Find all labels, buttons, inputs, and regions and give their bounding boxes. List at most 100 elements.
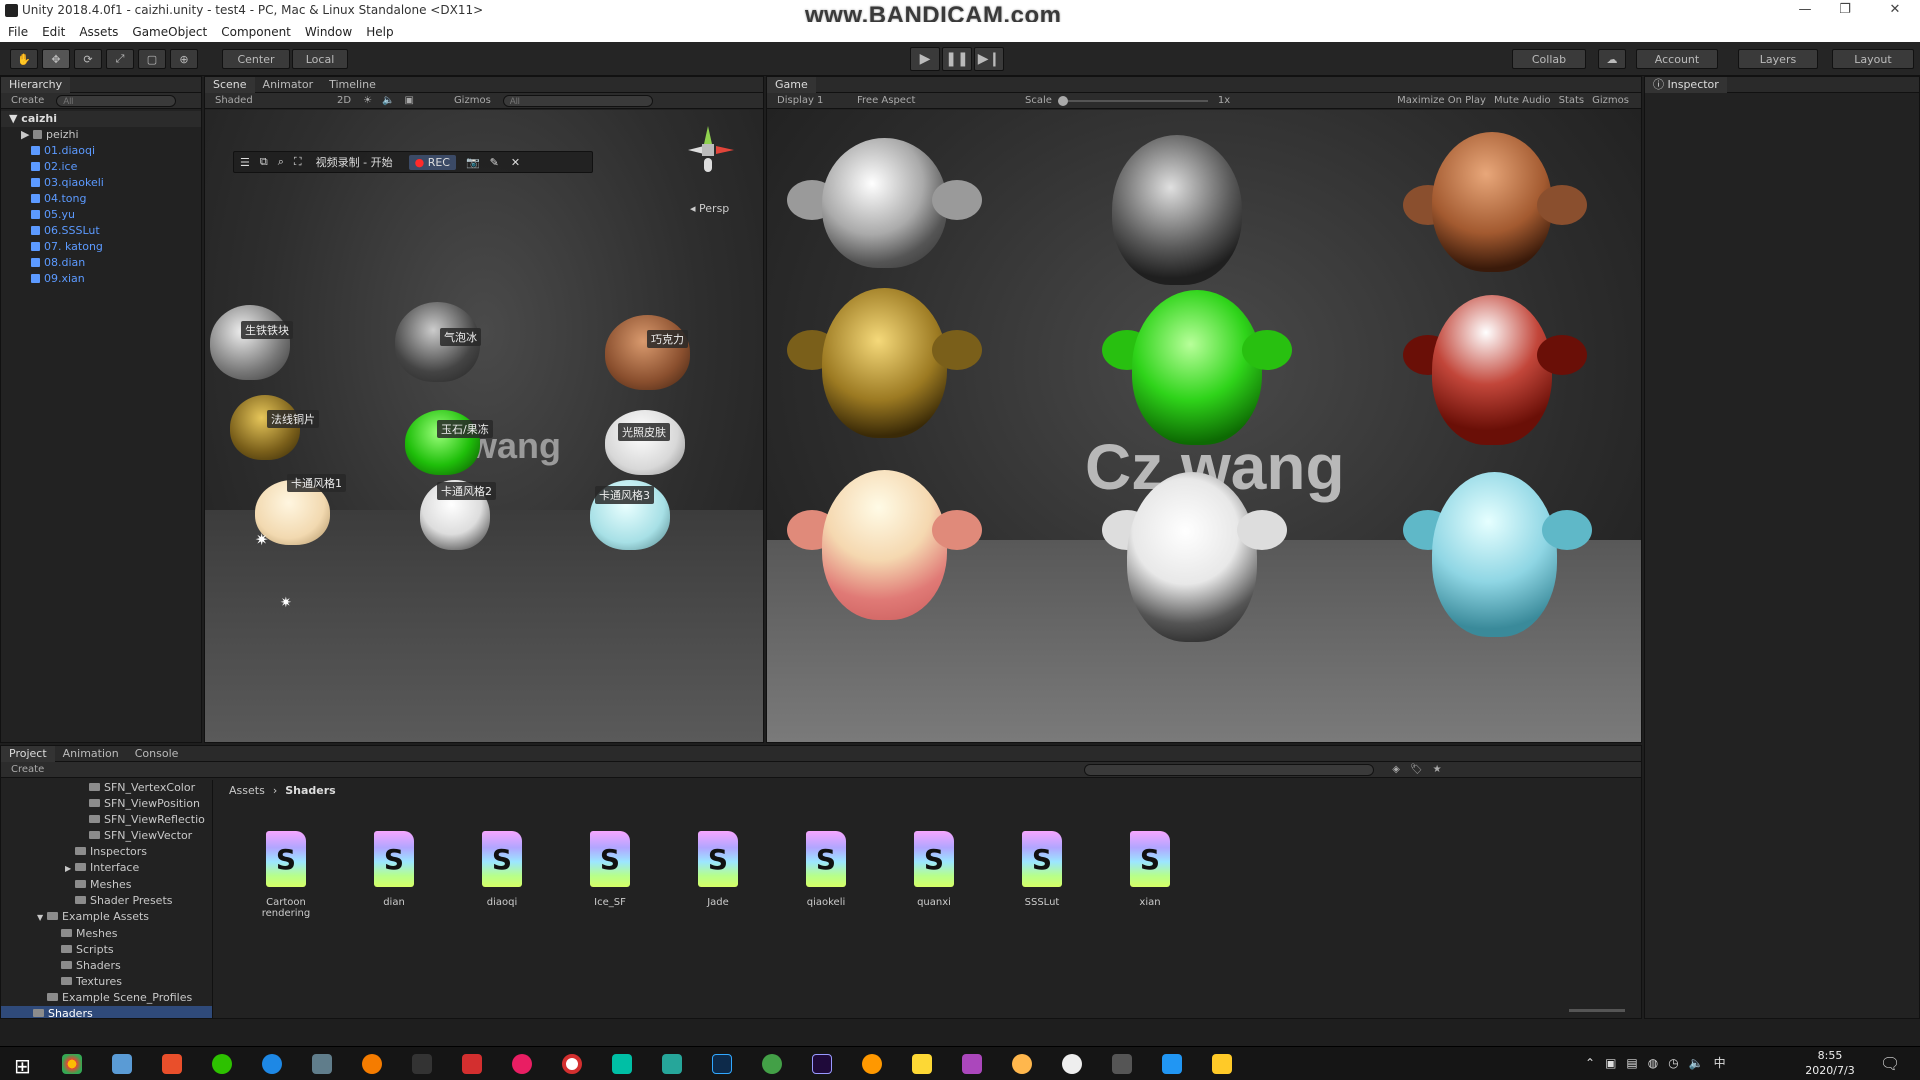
shader-asset[interactable]: Sdiaoqi [457, 831, 547, 908]
monkey-copper[interactable] [822, 288, 947, 438]
hierarchy-search-input[interactable] [56, 94, 177, 107]
bandicam-icon[interactable] [562, 1054, 582, 1074]
z-axis-icon[interactable] [704, 158, 712, 172]
tray-app-icon[interactable]: ◍ [1648, 1056, 1658, 1070]
pause-button[interactable]: ❚❚ [942, 47, 972, 71]
tab-animation[interactable]: Animation [55, 746, 127, 762]
pivot-center-button[interactable]: Center [222, 49, 290, 69]
window-mode-icon[interactable]: ⧉ [260, 155, 268, 169]
2d-toggle[interactable]: 2D [337, 95, 351, 106]
monkey-chocolate[interactable] [605, 315, 690, 390]
ime-indicator[interactable]: 中 [1714, 1054, 1726, 1071]
shader-asset[interactable]: S Cartoon rendering [241, 831, 331, 919]
qq-icon[interactable] [412, 1054, 432, 1074]
tab-scene[interactable]: Scene [205, 76, 255, 93]
hierarchy-item[interactable]: 05.yu [1, 207, 201, 223]
favorite-icon[interactable]: ★ [1433, 764, 1442, 775]
app-icon[interactable] [1012, 1054, 1032, 1074]
project-search-input[interactable] [1084, 763, 1375, 776]
app-icon[interactable] [962, 1054, 982, 1074]
folder-item[interactable]: SFN_ViewPosition [1, 796, 212, 812]
orientation-gizmo[interactable] [680, 120, 740, 180]
monkey-skin[interactable] [1432, 295, 1552, 445]
gizmos-dropdown[interactable]: Gizmos [454, 95, 491, 106]
filter-label-icon[interactable]: 🏷 [1410, 764, 1423, 775]
tab-hierarchy[interactable]: Hierarchy [1, 76, 71, 93]
stats-toggle[interactable]: Stats [1559, 95, 1585, 106]
hierarchy-item[interactable]: 06.SSSLut [1, 223, 201, 239]
tab-animator[interactable]: Animator [255, 77, 322, 93]
maximize-on-play-toggle[interactable]: Maximize On Play [1397, 95, 1486, 106]
folder-item[interactable]: Inspectors [1, 844, 212, 860]
tab-project[interactable]: Project [1, 745, 55, 762]
app-icon[interactable] [312, 1054, 332, 1074]
app-icon[interactable] [1162, 1054, 1182, 1074]
restore-icon[interactable]: ❐ [1830, 2, 1860, 20]
close-icon[interactable]: ✕ [511, 156, 520, 169]
monkey-toon2[interactable] [1127, 472, 1257, 642]
project-create-button[interactable]: Create [11, 764, 44, 775]
folder-item[interactable]: Meshes [1, 926, 212, 942]
layout-dropdown[interactable]: Layout [1832, 49, 1914, 69]
chrome-icon[interactable] [62, 1054, 82, 1074]
monkey-chocolate[interactable] [1432, 132, 1552, 272]
shader-asset[interactable]: Sxian [1105, 831, 1195, 908]
windows-start-icon[interactable]: ⊞ [14, 1054, 31, 1078]
monkey-jade[interactable] [1132, 290, 1262, 445]
app-icon[interactable] [262, 1054, 282, 1074]
tray-expand-icon[interactable]: ⌃ [1585, 1056, 1595, 1070]
monkey-toon3[interactable] [1432, 472, 1557, 637]
close-icon[interactable]: ✕ [1880, 2, 1910, 20]
camera-icon[interactable]: 📷 [466, 156, 480, 169]
crop-icon[interactable]: ⛶ [294, 155, 302, 169]
hierarchy-item[interactable]: 04.tong [1, 191, 201, 207]
folder-item[interactable]: SFN_VertexColor [1, 780, 212, 796]
app-icon[interactable] [612, 1054, 632, 1074]
folder-arrow[interactable]: ▼ [37, 910, 47, 926]
lighting-icon[interactable]: ☀ [363, 95, 372, 106]
rec-button[interactable]: ● REC [408, 154, 456, 170]
tray-volume-icon[interactable]: 🔈 [1689, 1056, 1704, 1070]
x-axis-icon[interactable] [716, 146, 734, 154]
shading-mode-dropdown[interactable]: Shaded [215, 95, 325, 106]
menu-assets[interactable]: Assets [79, 25, 118, 39]
breadcrumb-shaders[interactable]: Shaders [285, 784, 335, 797]
tab-console[interactable]: Console [127, 746, 187, 762]
scene-viewport[interactable]: Cz wang 生铁铁块 气泡冰 巧克力 法线铜片 玉石/果冻 光照皮肤 卡通风… [205, 110, 763, 742]
scene-search-input[interactable] [502, 94, 653, 107]
folder-item[interactable]: SFN_ViewVector [1, 828, 212, 844]
menu-file[interactable]: File [8, 25, 28, 39]
app-icon[interactable] [762, 1054, 782, 1074]
monkey-toon1[interactable] [822, 470, 947, 620]
scale-slider[interactable] [1057, 95, 1208, 106]
menu-gameobject[interactable]: GameObject [132, 25, 207, 39]
wechat-icon[interactable] [212, 1054, 232, 1074]
hierarchy-item[interactable]: 02.ice [1, 159, 201, 175]
audio-icon[interactable]: 🔈 [382, 95, 394, 106]
collab-button[interactable]: Collab [1512, 49, 1586, 69]
after-effects-icon[interactable] [812, 1054, 832, 1074]
menu-icon[interactable]: ☰ [240, 156, 250, 169]
scale-tool-icon[interactable]: ⤢ [106, 49, 134, 69]
filter-type-icon[interactable]: ◈ [1392, 764, 1400, 775]
hierarchy-item[interactable]: ▶ peizhi [1, 127, 201, 143]
folder-item[interactable]: ▶ Interface [1, 860, 212, 877]
folder-item[interactable]: Shader Presets [1, 893, 212, 909]
light-icon[interactable]: ✷ [280, 595, 292, 611]
scene-root[interactable]: ▼ caizhi [1, 111, 201, 127]
menu-edit[interactable]: Edit [42, 25, 65, 39]
slider-thumb[interactable] [1057, 95, 1068, 106]
clock[interactable]: 8:55 2020/7/3 [1800, 1048, 1860, 1078]
shader-asset[interactable]: Squanxi [889, 831, 979, 908]
notification-icon[interactable]: 🗨 [1880, 1054, 1900, 1073]
icon-size-slider[interactable] [1569, 1009, 1625, 1012]
photoshop-icon[interactable] [712, 1054, 732, 1074]
tab-timeline[interactable]: Timeline [321, 77, 384, 93]
pencil-icon[interactable]: ✎ [490, 156, 499, 169]
aspect-dropdown[interactable]: Free Aspect [857, 95, 1017, 106]
folder-item[interactable]: Scripts [1, 942, 212, 958]
app-icon[interactable] [162, 1054, 182, 1074]
step-button[interactable]: ▶❙ [974, 47, 1004, 71]
pivot-local-button[interactable]: Local [292, 49, 348, 69]
hierarchy-item[interactable]: 09.xian [1, 271, 201, 287]
